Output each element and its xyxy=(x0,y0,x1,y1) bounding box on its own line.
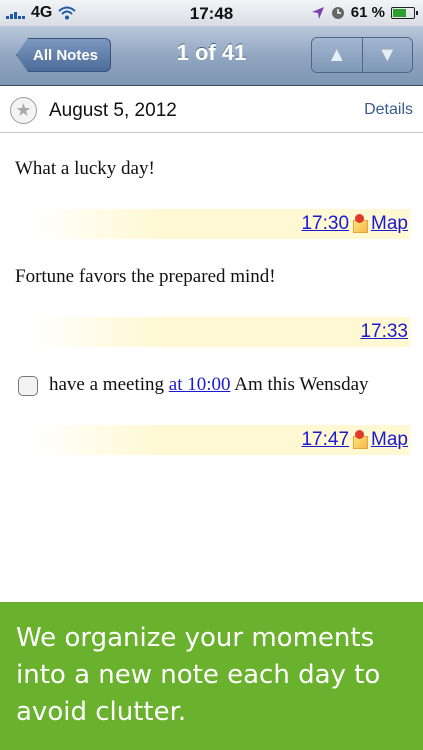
details-link[interactable]: Details xyxy=(364,101,413,119)
navigation-bar: All Notes 1 of 41 ▲ ▼ xyxy=(0,26,423,86)
clock-icon xyxy=(331,6,344,19)
timestamp-link[interactable]: 17:33 xyxy=(360,321,408,343)
status-right: 61 % xyxy=(311,4,418,21)
note-entry-text: have a meeting at 10:00 Am this Wensday xyxy=(49,374,369,396)
next-note-button[interactable]: ▼ xyxy=(361,38,412,72)
promo-banner: We organize your moments into a new note… xyxy=(0,602,423,750)
note-entry-text: What a lucky day! xyxy=(15,158,155,179)
note-timestamp-bar: 17:47 Map xyxy=(30,425,410,455)
note-timestamp-bar: 17:33 xyxy=(30,317,410,347)
arrow-down-icon: ▼ xyxy=(377,43,398,66)
map-link[interactable]: Map xyxy=(371,213,408,235)
map-pin-icon xyxy=(351,430,369,450)
note-timestamp-bar: 17:30 Map xyxy=(30,209,410,239)
map-pin-icon xyxy=(351,214,369,234)
arrow-up-icon: ▲ xyxy=(326,43,347,66)
note-entry-text: Fortune favors the prepared mind! xyxy=(15,266,276,287)
note-date: August 5, 2012 xyxy=(49,100,177,121)
favorite-star-icon[interactable]: ★ xyxy=(10,97,37,124)
battery-fill xyxy=(393,8,407,17)
todo-checkbox[interactable] xyxy=(18,376,38,396)
todo-text-end: Am this Wensday xyxy=(230,374,369,395)
prev-next-segmented-control: ▲ ▼ xyxy=(311,37,413,73)
timestamp-link[interactable]: 17:30 xyxy=(301,213,349,235)
battery-label: 61 % xyxy=(350,4,385,21)
timestamp-link[interactable]: 17:47 xyxy=(301,429,349,451)
map-link[interactable]: Map xyxy=(371,429,408,451)
promo-caption: We organize your moments into a new note… xyxy=(16,623,381,727)
status-bar: 4G 17:48 61 % xyxy=(0,0,423,26)
location-icon xyxy=(311,6,324,19)
battery-icon xyxy=(391,6,418,19)
previous-note-button[interactable]: ▲ xyxy=(312,38,362,72)
todo-text-start: have a meeting xyxy=(49,374,169,395)
time-detected-link[interactable]: at 10:00 xyxy=(169,374,231,395)
note-header: ★ August 5, 2012 Details xyxy=(0,87,423,133)
